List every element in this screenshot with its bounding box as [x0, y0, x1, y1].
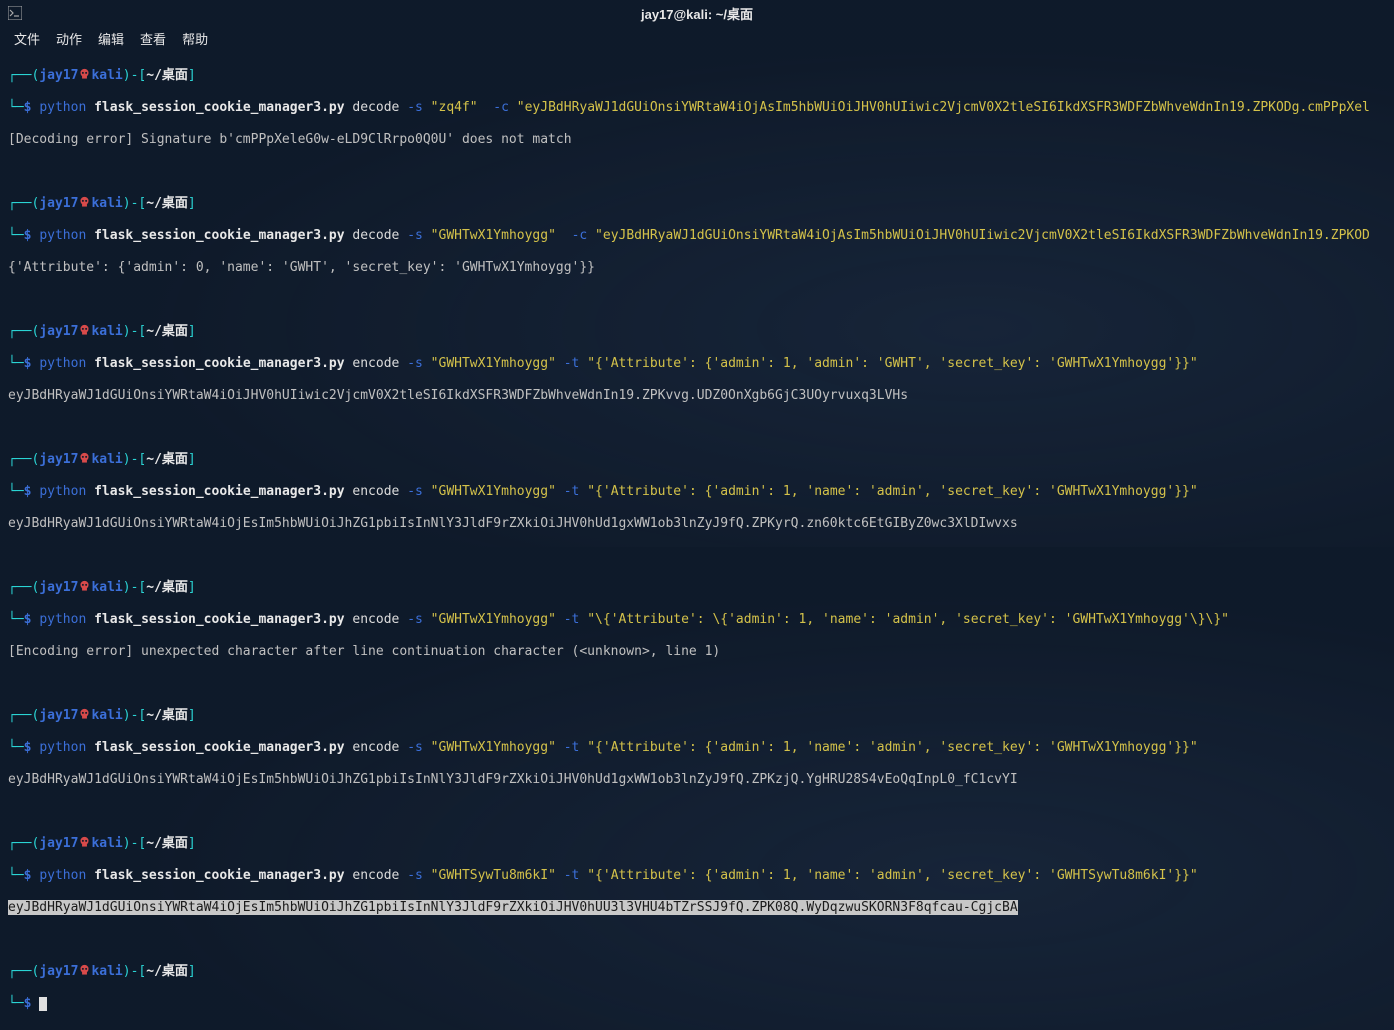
command-line: └─$ python flask_session_cookie_manager3… — [8, 740, 1386, 756]
terminal-icon — [8, 6, 22, 20]
output-line: eyJBdHRyaWJ1dGUiOnsiYWRtaW4iOiJHV0hUIiwi… — [8, 388, 1386, 404]
terminal-output[interactable]: ┌──(jay17kali)-[~/桌面] └─$ python flask_s… — [0, 50, 1394, 1030]
window-titlebar: jay17@kali: ~/桌面 — [0, 0, 1394, 26]
command-line: └─$ python flask_session_cookie_manager3… — [8, 612, 1386, 628]
blank-line — [8, 932, 1386, 948]
output-line: {'Attribute': {'admin': 0, 'name': 'GWHT… — [8, 260, 1386, 276]
prompt-line: ┌──(jay17kali)-[~/桌面] — [8, 580, 1386, 596]
prompt-line: ┌──(jay17kali)-[~/桌面] — [8, 708, 1386, 724]
window-title: jay17@kali: ~/桌面 — [641, 4, 753, 23]
prompt-line: ┌──(jay17kali)-[~/桌面] — [8, 964, 1386, 980]
prompt-line: ┌──(jay17kali)-[~/桌面] — [8, 324, 1386, 340]
command-line: └─$ python flask_session_cookie_manager3… — [8, 228, 1386, 244]
menu-file[interactable]: 文件 — [14, 29, 40, 48]
output-line: [Encoding error] unexpected character af… — [8, 644, 1386, 660]
prompt-line: ┌──(jay17kali)-[~/桌面] — [8, 836, 1386, 852]
blank-line — [8, 164, 1386, 180]
output-line: [Decoding error] Signature b'cmPPpXeleG0… — [8, 132, 1386, 148]
output-line: eyJBdHRyaWJ1dGUiOnsiYWRtaW4iOjEsIm5hbWUi… — [8, 516, 1386, 532]
command-line: └─$ python flask_session_cookie_manager3… — [8, 356, 1386, 372]
output-line-selected: eyJBdHRyaWJ1dGUiOnsiYWRtaW4iOjEsIm5hbWUi… — [8, 900, 1386, 916]
menubar: 文件 动作 编辑 查看 帮助 — [0, 26, 1394, 50]
blank-line — [8, 420, 1386, 436]
command-line: └─$ python flask_session_cookie_manager3… — [8, 484, 1386, 500]
blank-line — [8, 548, 1386, 564]
menu-actions[interactable]: 动作 — [56, 29, 82, 48]
prompt-line: ┌──(jay17kali)-[~/桌面] — [8, 196, 1386, 212]
blank-line — [8, 292, 1386, 308]
blank-line — [8, 804, 1386, 820]
menu-edit[interactable]: 编辑 — [98, 29, 124, 48]
command-line: └─$ python flask_session_cookie_manager3… — [8, 868, 1386, 884]
menu-help[interactable]: 帮助 — [182, 29, 208, 48]
prompt-line: ┌──(jay17kali)-[~/桌面] — [8, 452, 1386, 468]
current-prompt[interactable]: └─$ — [8, 996, 1386, 1012]
blank-line — [8, 676, 1386, 692]
menu-view[interactable]: 查看 — [140, 29, 166, 48]
prompt-line: ┌──(jay17kali)-[~/桌面] — [8, 68, 1386, 84]
cursor — [39, 997, 47, 1011]
output-line: eyJBdHRyaWJ1dGUiOnsiYWRtaW4iOjEsIm5hbWUi… — [8, 772, 1386, 788]
command-line: └─$ python flask_session_cookie_manager3… — [8, 100, 1386, 116]
